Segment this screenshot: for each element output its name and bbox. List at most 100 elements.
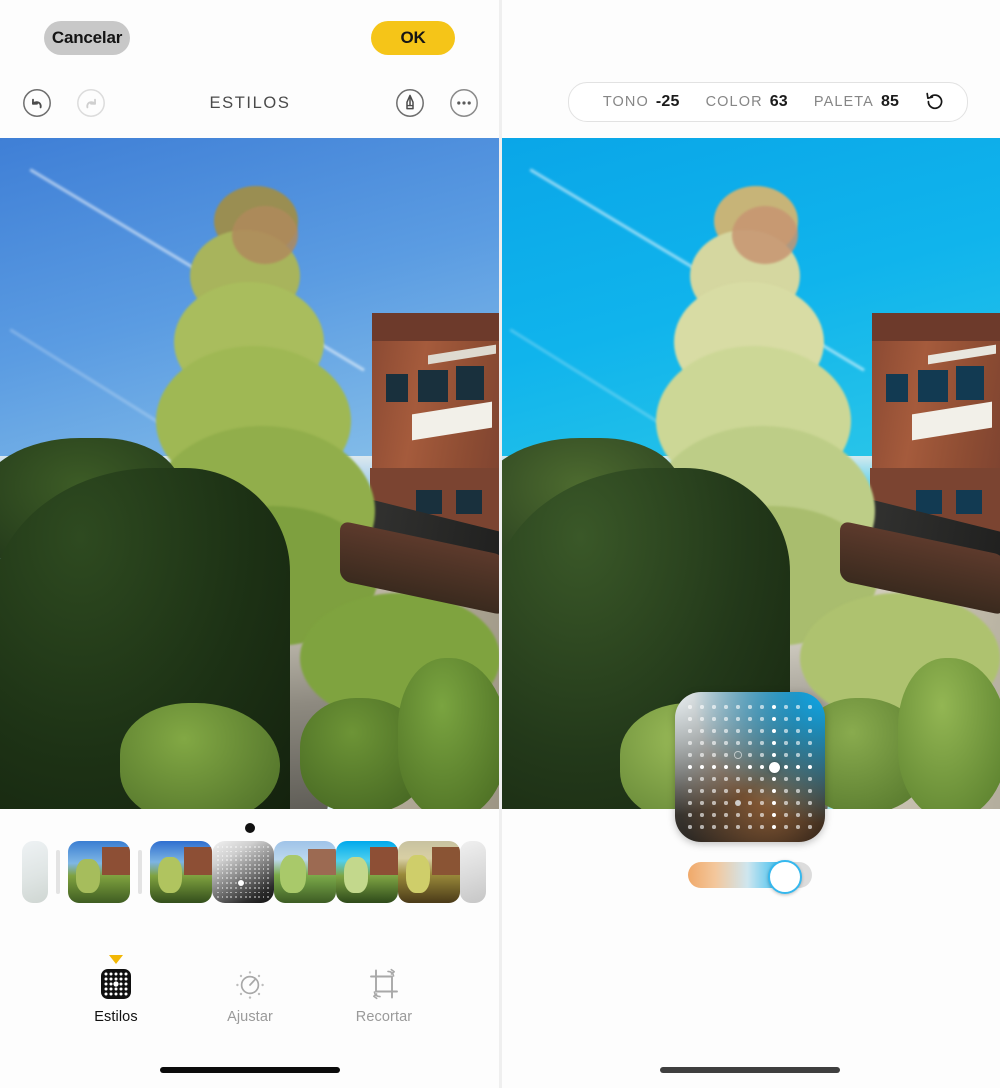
- pad-dot: [808, 753, 812, 757]
- pad-dot: [217, 876, 220, 879]
- param-color[interactable]: COLOR 63: [693, 93, 801, 111]
- pad-dot: [258, 872, 261, 875]
- pad-dot: [760, 825, 764, 829]
- pad-dot: [234, 850, 237, 853]
- pad-dot: [688, 717, 692, 721]
- tone-color-pad[interactable]: [675, 692, 825, 842]
- pad-dot: [262, 863, 265, 866]
- left-phone-screen: Cancelar OK ESTILOS Estilos Ajustar Reco…: [0, 0, 500, 1088]
- pad-dot: [266, 872, 269, 875]
- pad-dot: [700, 813, 704, 817]
- pad-dot: [234, 859, 237, 862]
- pad-dot: [784, 813, 788, 817]
- palette-intensity-slider[interactable]: [688, 860, 812, 894]
- markup-pen-icon[interactable]: [395, 88, 425, 118]
- pad-dot: [262, 876, 265, 879]
- reset-counterclockwise-icon[interactable]: [912, 91, 946, 113]
- pad-dot: [221, 863, 224, 866]
- tab-ajustar[interactable]: Ajustar: [212, 966, 288, 1046]
- pad-dot: [230, 846, 233, 849]
- pad-dot: [262, 881, 265, 884]
- pad-dot: [245, 846, 247, 849]
- list-item[interactable]: [274, 841, 336, 903]
- slider-knob[interactable]: [768, 860, 802, 894]
- list-item[interactable]: [460, 841, 486, 903]
- pad-dot: [225, 859, 228, 862]
- pad-dot: [784, 777, 788, 781]
- param-paleta[interactable]: PALETA 85: [801, 93, 912, 111]
- pad-dot: [253, 876, 256, 879]
- pad-dot: [772, 717, 776, 721]
- shrub: [898, 658, 1000, 809]
- pad-dot: [225, 846, 228, 849]
- tab-recortar[interactable]: Recortar: [346, 966, 422, 1046]
- pad-dot: [230, 859, 233, 862]
- pad-dot: [784, 705, 788, 709]
- pad-dot: [249, 859, 252, 862]
- pad-dot: [253, 850, 256, 853]
- pad-dot: [748, 705, 752, 709]
- more-ellipsis-icon[interactable]: [449, 88, 479, 118]
- pad-dot: [253, 863, 256, 866]
- pad-dot: [736, 825, 740, 829]
- list-item[interactable]: [68, 841, 130, 903]
- pad-dot: [772, 813, 776, 817]
- pad-dot: [249, 850, 252, 853]
- redo-icon[interactable]: [76, 88, 106, 118]
- pad-dot: [258, 854, 261, 857]
- pad-dot: [760, 729, 764, 733]
- tab-estilos[interactable]: Estilos: [78, 955, 154, 1046]
- pad-dot: [700, 717, 704, 721]
- photo-preview-original[interactable]: NATURAL: [0, 138, 500, 809]
- param-tono[interactable]: TONO -25: [590, 93, 693, 111]
- pad-dot: [249, 891, 252, 894]
- pad-dot: [221, 876, 224, 879]
- pad-dot: [688, 705, 692, 709]
- list-item[interactable]: [150, 841, 212, 903]
- param-key: TONO: [602, 94, 649, 110]
- pad-dot: [796, 765, 800, 769]
- pad-dot: [748, 741, 752, 745]
- pad-dot: [234, 868, 237, 870]
- thumb-style-pad-selected[interactable]: [212, 841, 274, 903]
- param-key: COLOR: [705, 94, 763, 110]
- pad-selector-dot[interactable]: [768, 761, 780, 773]
- ok-button[interactable]: OK: [371, 21, 455, 55]
- pad-dot: [249, 895, 252, 898]
- pad-dot: [245, 887, 247, 890]
- pad-dot: [230, 881, 233, 884]
- list-item[interactable]: [22, 841, 48, 903]
- style-values-chip[interactable]: TONO -25 COLOR 63 PALETA 85: [568, 82, 968, 122]
- pad-dot: [712, 777, 716, 781]
- pad-dot: [808, 801, 812, 805]
- pad-dot: [784, 789, 788, 793]
- pad-dot: [249, 887, 252, 890]
- page-indicator-dot: [245, 823, 255, 833]
- pad-dot: [221, 868, 224, 870]
- pad-dot: [266, 846, 269, 849]
- pad-dot: [225, 854, 228, 857]
- building-window: [456, 366, 484, 400]
- list-item[interactable]: [336, 841, 398, 903]
- cancel-button[interactable]: Cancelar: [44, 21, 130, 55]
- pad-selector-dot[interactable]: [237, 879, 244, 886]
- pad-dot: [724, 777, 728, 781]
- crop-rotate-icon: [366, 966, 402, 1002]
- pad-dot: [239, 887, 242, 890]
- list-item[interactable]: [398, 841, 460, 903]
- pad-dot: [245, 872, 247, 875]
- undo-icon[interactable]: [22, 88, 52, 118]
- pad-dot: [736, 765, 740, 769]
- pad-dot: [239, 895, 242, 898]
- pad-dot: [262, 846, 265, 849]
- pad-dot: [230, 872, 233, 875]
- pad-dot: [808, 717, 812, 721]
- pad-dot: [736, 741, 740, 745]
- pad-dot: [221, 850, 224, 853]
- pad-dot: [239, 859, 242, 862]
- pad-dot: [258, 895, 261, 898]
- pad-dot: [796, 825, 800, 829]
- pad-dot: [712, 765, 716, 769]
- style-filmstrip[interactable]: [0, 840, 500, 904]
- pad-dot: [772, 753, 776, 757]
